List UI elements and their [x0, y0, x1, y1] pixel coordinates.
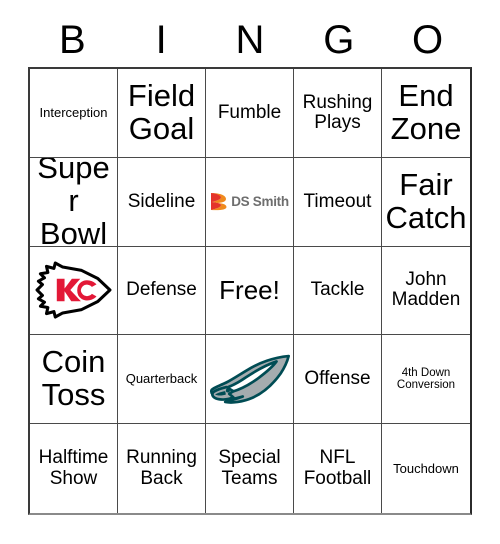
- bingo-cell-r1c3[interactable]: Fumble: [206, 69, 294, 158]
- bingo-cell-label: NFL Football: [303, 447, 372, 489]
- bingo-cell-r1c4[interactable]: Rushing Plays: [294, 69, 382, 158]
- bingo-cell-r2c3[interactable]: DS Smith: [206, 157, 294, 247]
- bingo-cell-label: Tackle: [310, 279, 365, 301]
- ds-smith-swoosh-icon: [211, 193, 227, 211]
- bingo-header: B I N G O: [28, 14, 472, 66]
- bingo-cell-label: Defense: [126, 279, 197, 301]
- bingo-cell-label: End Zone: [390, 78, 462, 146]
- bingo-cell-r5c2[interactable]: Running Back: [118, 424, 206, 513]
- bingo-cell-label: Offense: [304, 368, 371, 390]
- bingo-cell-r3c4[interactable]: Tackle: [294, 246, 382, 336]
- eagles-logo: [210, 354, 290, 405]
- bingo-cell-label: Special Teams: [218, 447, 281, 489]
- bingo-cell-r4c2[interactable]: Quarterback: [118, 335, 206, 425]
- bingo-cell-r3c5[interactable]: John Madden: [382, 246, 470, 336]
- bingo-cell-r2c1[interactable]: Super Bowl: [30, 157, 118, 247]
- bingo-card: B I N G O Interception Field Goal Fumble Ru…: [0, 0, 500, 544]
- ds-smith-wordmark: DS Smith: [231, 194, 289, 210]
- header-letter-i: I: [155, 18, 167, 62]
- bingo-cell-r2c4[interactable]: Timeout: [294, 157, 382, 247]
- bingo-cell-r5c5[interactable]: Touchdown: [382, 424, 470, 513]
- bingo-cell-r1c1[interactable]: Interception: [30, 69, 118, 158]
- bingo-cell-r4c3[interactable]: [206, 335, 294, 425]
- bingo-cell-r2c5[interactable]: Fair Catch: [382, 157, 470, 247]
- bingo-cell-r4c1[interactable]: Coin Toss: [30, 335, 118, 425]
- bingo-cell-r1c5[interactable]: End Zone: [382, 69, 470, 158]
- bingo-cell-r2c2[interactable]: Sideline: [118, 157, 206, 247]
- bingo-cell-label: Sideline: [127, 190, 196, 212]
- bingo-cell-r5c1[interactable]: Halftime Show: [30, 424, 118, 513]
- bingo-grid: Interception Field Goal Fumble Rushing Play…: [28, 67, 472, 515]
- bingo-cell-label: John Madden: [391, 269, 461, 311]
- header-letter-b: B: [59, 18, 86, 62]
- header-letter-n: N: [235, 18, 265, 62]
- bingo-cell-r4c5[interactable]: 4th Down Conversion: [382, 335, 470, 425]
- bingo-cell-label: Rushing Plays: [302, 91, 373, 133]
- bingo-cell-label: Free!: [219, 274, 280, 305]
- header-letter-g: G: [323, 18, 355, 62]
- bingo-cell-label: Timeout: [303, 190, 372, 212]
- bingo-cell-label: Halftime Show: [38, 447, 109, 489]
- bingo-cell-label: Fair Catch: [385, 166, 467, 235]
- bingo-cell-label: Coin Toss: [41, 344, 106, 413]
- bingo-cell-r3c1[interactable]: [30, 246, 118, 336]
- bingo-cell-r3c3[interactable]: Free!: [206, 246, 294, 336]
- chiefs-logo: [35, 261, 112, 320]
- bingo-cell-label: Running Back: [126, 447, 197, 489]
- bingo-cell-label: Fumble: [217, 101, 282, 123]
- bingo-cell-label: 4th Down Conversion: [396, 367, 456, 392]
- bingo-cell-label: Super Bowl: [37, 157, 110, 247]
- bingo-cell-label: Field Goal: [127, 78, 196, 146]
- bingo-cell-r4c4[interactable]: Offense: [294, 335, 382, 425]
- ds-smith-logo: DS Smith: [209, 192, 290, 211]
- bingo-cell-r3c2[interactable]: Defense: [118, 246, 206, 336]
- bingo-cell-label: Touchdown: [393, 460, 459, 476]
- header-letter-o: O: [412, 18, 444, 62]
- bingo-cell-r5c4[interactable]: NFL Football: [294, 424, 382, 513]
- bingo-cell-label: Quarterback: [125, 371, 198, 387]
- bingo-cell-r1c2[interactable]: Field Goal: [118, 69, 206, 158]
- bingo-cell-r5c3[interactable]: Special Teams: [206, 424, 294, 513]
- bingo-cell-label: Interception: [39, 105, 108, 121]
